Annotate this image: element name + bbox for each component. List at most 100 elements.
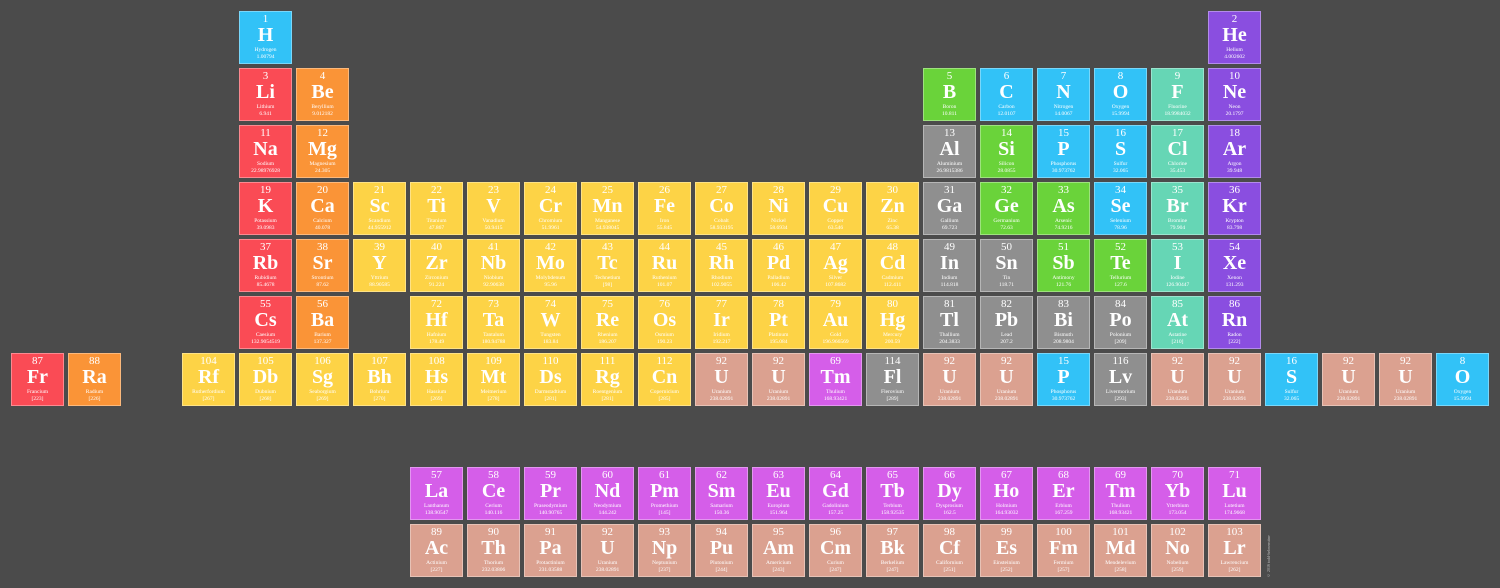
element-tile-ba[interactable]: 56 Ba Barium 137.327 — [296, 296, 349, 349]
element-tile-ta[interactable]: 73 Ta Tantalum 180.94788 — [467, 296, 520, 349]
element-tile-th[interactable]: 90 Th Thorium 232.03806 — [467, 524, 520, 577]
element-tile-eu[interactable]: 63 Eu Europium 151.964 — [752, 467, 805, 520]
element-tile-hf[interactable]: 72 Hf Hafnium 178.49 — [410, 296, 463, 349]
element-tile-as[interactable]: 33 As Arsenic 74.9216 — [1037, 182, 1090, 235]
element-tile-pb[interactable]: 82 Pb Lead 207.2 — [980, 296, 1033, 349]
element-tile-zn[interactable]: 30 Zn Zinc 65.38 — [866, 182, 919, 235]
element-tile-ne[interactable]: 10 Ne Neon 20.1797 — [1208, 68, 1261, 121]
element-tile-pa[interactable]: 91 Pa Protactinium 231.03588 — [524, 524, 577, 577]
element-tile-rf[interactable]: 104 Rf Rutherfordium [267] — [182, 353, 235, 406]
element-tile-si[interactable]: 14 Si Silicon 28.0855 — [980, 125, 1033, 178]
element-tile-fr[interactable]: 87 Fr Francium [223] — [11, 353, 64, 406]
element-tile-ar[interactable]: 18 Ar Argon 39.948 — [1208, 125, 1261, 178]
element-tile-np[interactable]: 93 Np Neptunium [237] — [638, 524, 691, 577]
element-tile-gd[interactable]: 64 Gd Gadolinium 157.25 — [809, 467, 862, 520]
element-tile-pr[interactable]: 59 Pr Praseodymium 140.90765 — [524, 467, 577, 520]
element-tile-o[interactable]: 8 O Oxygen 15.9994 — [1436, 353, 1489, 406]
element-tile-cn[interactable]: 112 Cn Copernicium [285] — [638, 353, 691, 406]
element-tile-kr[interactable]: 36 Kr Krypton 83.798 — [1208, 182, 1261, 235]
element-tile-yb[interactable]: 70 Yb Ytterbium 173.054 — [1151, 467, 1204, 520]
element-tile-re[interactable]: 75 Re Rhenium 186.207 — [581, 296, 634, 349]
element-tile-v[interactable]: 23 V Vanadium 50.9415 — [467, 182, 520, 235]
element-tile-bh[interactable]: 107 Bh Bohrium [270] — [353, 353, 406, 406]
element-tile-sc[interactable]: 21 Sc Scandium 44.955912 — [353, 182, 406, 235]
element-tile-rn[interactable]: 86 Rn Radon [222] — [1208, 296, 1261, 349]
element-tile-ti[interactable]: 22 Ti Titanium 47.867 — [410, 182, 463, 235]
element-tile-u[interactable]: 92 U Uranium 238.02891 — [923, 353, 976, 406]
element-tile-p[interactable]: 15 P Phosphorus 30.973762 — [1037, 353, 1090, 406]
element-tile-y[interactable]: 39 Y Yttrium 88.90585 — [353, 239, 406, 292]
element-tile-u[interactable]: 92 U Uranium 238.02891 — [1208, 353, 1261, 406]
element-tile-al[interactable]: 13 Al Aluminium 26.9815386 — [923, 125, 976, 178]
element-tile-rb[interactable]: 37 Rb Rubidium 85.4678 — [239, 239, 292, 292]
element-tile-mo[interactable]: 42 Mo Molybdenum 95.96 — [524, 239, 577, 292]
element-tile-u[interactable]: 92 U Uranium 238.02891 — [1151, 353, 1204, 406]
element-tile-os[interactable]: 76 Os Osmium 190.23 — [638, 296, 691, 349]
element-tile-f[interactable]: 9 F Fluorine 18.9984032 — [1151, 68, 1204, 121]
element-tile-bi[interactable]: 83 Bi Bismuth 208.9804 — [1037, 296, 1090, 349]
element-tile-zr[interactable]: 40 Zr Zirconium 91.224 — [410, 239, 463, 292]
element-tile-ds[interactable]: 110 Ds Darmstadtium [281] — [524, 353, 577, 406]
element-tile-lr[interactable]: 103 Lr Lawrencium [262] — [1208, 524, 1261, 577]
element-tile-ru[interactable]: 44 Ru Ruthenium 101.07 — [638, 239, 691, 292]
element-tile-sb[interactable]: 51 Sb Antimony 121.76 — [1037, 239, 1090, 292]
element-tile-at[interactable]: 85 At Astatine [210] — [1151, 296, 1204, 349]
element-tile-se[interactable]: 34 Se Selenium 78.96 — [1094, 182, 1147, 235]
element-tile-u[interactable]: 92 U Uranium 238.02891 — [581, 524, 634, 577]
element-tile-hs[interactable]: 108 Hs Hassium [269] — [410, 353, 463, 406]
element-tile-fm[interactable]: 100 Fm Fermium [257] — [1037, 524, 1090, 577]
element-tile-rg[interactable]: 111 Rg Roentgenium [281] — [581, 353, 634, 406]
element-tile-pu[interactable]: 94 Pu Plutonium [244] — [695, 524, 748, 577]
element-tile-dy[interactable]: 66 Dy Dysprosium 162.5 — [923, 467, 976, 520]
element-tile-te[interactable]: 52 Te Tellurium 127.6 — [1094, 239, 1147, 292]
element-tile-u[interactable]: 92 U Uranium 238.02891 — [1322, 353, 1375, 406]
element-tile-br[interactable]: 35 Br Bromine 79.904 — [1151, 182, 1204, 235]
element-tile-cs[interactable]: 55 Cs Caesium 132.9054519 — [239, 296, 292, 349]
element-tile-pd[interactable]: 46 Pd Palladium 106.42 — [752, 239, 805, 292]
element-tile-cr[interactable]: 24 Cr Chromium 51.9961 — [524, 182, 577, 235]
element-tile-fe[interactable]: 26 Fe Iron 55.845 — [638, 182, 691, 235]
element-tile-db[interactable]: 105 Db Dubnium [268] — [239, 353, 292, 406]
element-tile-ac[interactable]: 89 Ac Actinium [227] — [410, 524, 463, 577]
element-tile-s[interactable]: 16 S Sulfur 32.065 — [1265, 353, 1318, 406]
element-tile-u[interactable]: 92 U Uranium 238.02891 — [752, 353, 805, 406]
element-tile-ni[interactable]: 28 Ni Nickel 58.6934 — [752, 182, 805, 235]
element-tile-tc[interactable]: 43 Tc Technetium [98] — [581, 239, 634, 292]
element-tile-ag[interactable]: 47 Ag Silver 107.8682 — [809, 239, 862, 292]
element-tile-na[interactable]: 11 Na Sodium 22.98976928 — [239, 125, 292, 178]
element-tile-mt[interactable]: 109 Mt Meitnerium [278] — [467, 353, 520, 406]
element-tile-ir[interactable]: 77 Ir Iridium 192.217 — [695, 296, 748, 349]
element-tile-sm[interactable]: 62 Sm Samarium 150.36 — [695, 467, 748, 520]
element-tile-u[interactable]: 92 U Uranium 238.02891 — [980, 353, 1033, 406]
element-tile-cl[interactable]: 17 Cl Chlorine 35.453 — [1151, 125, 1204, 178]
element-tile-u[interactable]: 92 U Uranium 238.02891 — [695, 353, 748, 406]
element-tile-ga[interactable]: 31 Ga Gallium 69.723 — [923, 182, 976, 235]
element-tile-nd[interactable]: 60 Nd Neodymium 144.242 — [581, 467, 634, 520]
element-tile-li[interactable]: 3 Li Lithium 6.941 — [239, 68, 292, 121]
element-tile-he[interactable]: 2 He Helium 4.002602 — [1208, 11, 1261, 64]
element-tile-b[interactable]: 5 B Boron 10.811 — [923, 68, 976, 121]
element-tile-o[interactable]: 8 O Oxygen 15.9994 — [1094, 68, 1147, 121]
element-tile-tb[interactable]: 65 Tb Terbium 158.92535 — [866, 467, 919, 520]
element-tile-ho[interactable]: 67 Ho Holmium 164.93032 — [980, 467, 1033, 520]
element-tile-tm[interactable]: 69 Tm Thulium 168.93421 — [809, 353, 862, 406]
element-tile-xe[interactable]: 54 Xe Xenon 131.293 — [1208, 239, 1261, 292]
element-tile-w[interactable]: 74 W Tungsten 183.84 — [524, 296, 577, 349]
element-tile-bk[interactable]: 97 Bk Berkelium [247] — [866, 524, 919, 577]
element-tile-hg[interactable]: 80 Hg Mercury 200.59 — [866, 296, 919, 349]
element-tile-in[interactable]: 49 In Indium 114.818 — [923, 239, 976, 292]
element-tile-cm[interactable]: 96 Cm Curium [247] — [809, 524, 862, 577]
element-tile-nb[interactable]: 41 Nb Niobium 92.90638 — [467, 239, 520, 292]
element-tile-pm[interactable]: 61 Pm Promethium [145] — [638, 467, 691, 520]
element-tile-md[interactable]: 101 Md Mendelevium [258] — [1094, 524, 1147, 577]
element-tile-i[interactable]: 53 I Iodine 126.90447 — [1151, 239, 1204, 292]
element-tile-sn[interactable]: 50 Sn Tin 118.71 — [980, 239, 1033, 292]
element-tile-co[interactable]: 27 Co Cobalt 58.933195 — [695, 182, 748, 235]
element-tile-ce[interactable]: 58 Ce Cerium 140.116 — [467, 467, 520, 520]
element-tile-ca[interactable]: 20 Ca Calcium 40.078 — [296, 182, 349, 235]
element-tile-am[interactable]: 95 Am Americium [243] — [752, 524, 805, 577]
element-tile-p[interactable]: 15 P Phosphorus 30.973762 — [1037, 125, 1090, 178]
element-tile-u[interactable]: 92 U Uranium 238.02891 — [1379, 353, 1432, 406]
element-tile-cu[interactable]: 29 Cu Copper 63.546 — [809, 182, 862, 235]
element-tile-h[interactable]: 1 H Hydrogen 1.00794 — [239, 11, 292, 64]
